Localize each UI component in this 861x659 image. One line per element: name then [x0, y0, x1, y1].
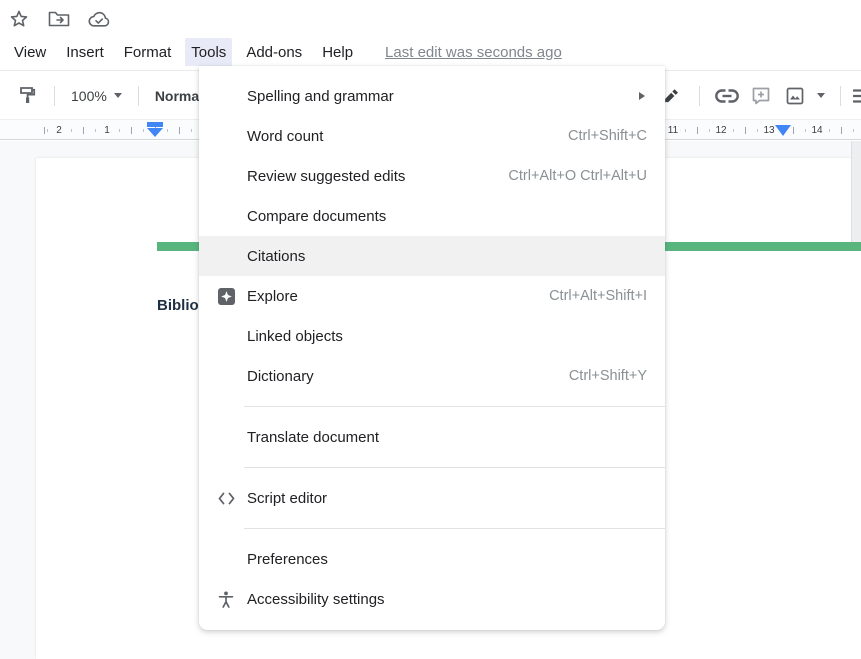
toolbar-separator [138, 86, 139, 106]
last-edit-link[interactable]: Last edit was seconds ago [385, 44, 562, 61]
menu-bar: View Insert FormatTools Add-ons Help Last edi… [8, 38, 562, 66]
menu-item-linked-objects[interactable]: Linked objects [199, 316, 665, 356]
left-indent-marker[interactable] [147, 122, 163, 137]
menu-item-label: Linked objects [247, 328, 343, 345]
insert-image-icon[interactable] [778, 79, 812, 113]
menu-item-label: Word count [247, 128, 323, 145]
cloud-saved-icon [88, 8, 110, 30]
chevron-down-icon [114, 93, 122, 98]
menubar-item-add-ons[interactable]: Add-ons [240, 38, 308, 66]
toolbar-right-group [655, 72, 861, 119]
add-comment-icon[interactable] [744, 79, 778, 113]
script-editor-icon [217, 489, 235, 507]
menu-item-label: Dictionary [247, 368, 314, 385]
menu-item-label: Explore [247, 288, 298, 305]
accessibility-icon [217, 590, 235, 608]
menu-item-explore[interactable]: Explore Ctrl+Alt+Shift+I [199, 276, 665, 316]
checklist-icon[interactable] [851, 79, 861, 113]
zoom-dropdown[interactable]: 100% [65, 88, 128, 104]
menu-item-label: Preferences [247, 551, 328, 568]
menubar-item-insert[interactable]: Insert [60, 38, 110, 66]
menu-item-label: Spelling and grammar [247, 88, 394, 105]
menu-item-shortcut: Ctrl+Shift+Y [569, 368, 665, 384]
tools-menu-dropdown: Spelling and grammar Word count Ctrl+Shift… [199, 66, 665, 630]
menu-item-review-suggested-edits[interactable]: Review suggested edits Ctrl+Alt+O Ctrl+Al… [199, 156, 665, 196]
insert-link-icon[interactable] [710, 79, 744, 113]
menu-item-spelling-and-grammar[interactable]: Spelling and grammar [199, 76, 665, 116]
ruler-number-12: 12 [712, 123, 729, 138]
menu-item-compare-documents[interactable]: Compare documents [199, 196, 665, 236]
menu-divider [244, 528, 665, 529]
submenu-arrow-icon [639, 92, 645, 100]
ruler-number-1: 1 [101, 123, 113, 138]
quick-actions [8, 8, 110, 30]
menu-item-shortcut: Ctrl+Alt+O Ctrl+Alt+U [508, 168, 665, 184]
paragraph-style-value[interactable]: Normal [149, 88, 203, 104]
left-indent-triangle[interactable] [147, 128, 163, 137]
move-folder-icon[interactable] [48, 8, 70, 30]
menu-item-label: Compare documents [247, 208, 386, 225]
menu-item-preferences[interactable]: Preferences [199, 539, 665, 579]
image-dropdown-caret[interactable] [812, 79, 830, 113]
toolbar-separator [699, 86, 700, 106]
ruler-number-2: 2 [53, 123, 65, 138]
menu-item-label: Citations [247, 248, 305, 265]
toolbar-separator [840, 86, 841, 106]
paint-format-icon[interactable] [10, 79, 44, 113]
first-line-indent-marker[interactable] [147, 122, 163, 127]
menu-item-label: Translate document [247, 429, 379, 446]
top-bar: View Insert FormatTools Add-ons Help Last edi… [0, 0, 861, 71]
menu-item-word-count[interactable]: Word count Ctrl+Shift+C [199, 116, 665, 156]
menubar-item-help[interactable]: Help [316, 38, 359, 66]
ruler-number-15: 15 [857, 123, 861, 138]
scrollbar-strip[interactable] [851, 141, 861, 242]
menu-divider [244, 467, 665, 468]
menu-divider [244, 406, 665, 407]
menu-item-script-editor[interactable]: Script editor [199, 478, 665, 518]
chevron-down-icon [817, 93, 825, 98]
menu-item-shortcut: Ctrl+Shift+C [568, 128, 665, 144]
ruler-number-14: 14 [808, 123, 825, 138]
toolbar-left-group: 100% Normal [10, 72, 203, 119]
menu-item-label: Script editor [247, 490, 327, 507]
menubar-item-tools[interactable]: Tools [185, 38, 232, 66]
menu-item-shortcut: Ctrl+Alt+Shift+I [549, 288, 665, 304]
menu-item-translate-document[interactable]: Translate document [199, 417, 665, 457]
menu-item-dictionary[interactable]: Dictionary Ctrl+Shift+Y [199, 356, 665, 396]
zoom-value: 100% [71, 88, 107, 104]
ruler-number-11: 11 [665, 123, 681, 138]
google-docs-window: View Insert FormatTools Add-ons Help Last edi… [0, 0, 861, 659]
right-indent-marker[interactable] [775, 125, 791, 136]
menubar-item-format[interactable]: Format [118, 38, 178, 66]
menu-item-label: Review suggested edits [247, 168, 405, 185]
menu-item-label: Accessibility settings [247, 591, 385, 608]
star-icon[interactable] [8, 8, 30, 30]
explore-icon [217, 287, 235, 305]
menu-item-citations[interactable]: Citations [199, 236, 665, 276]
menubar-item-view[interactable]: View [8, 38, 52, 66]
toolbar-separator [54, 86, 55, 106]
menu-item-accessibility-settings[interactable]: Accessibility settings [199, 579, 665, 619]
